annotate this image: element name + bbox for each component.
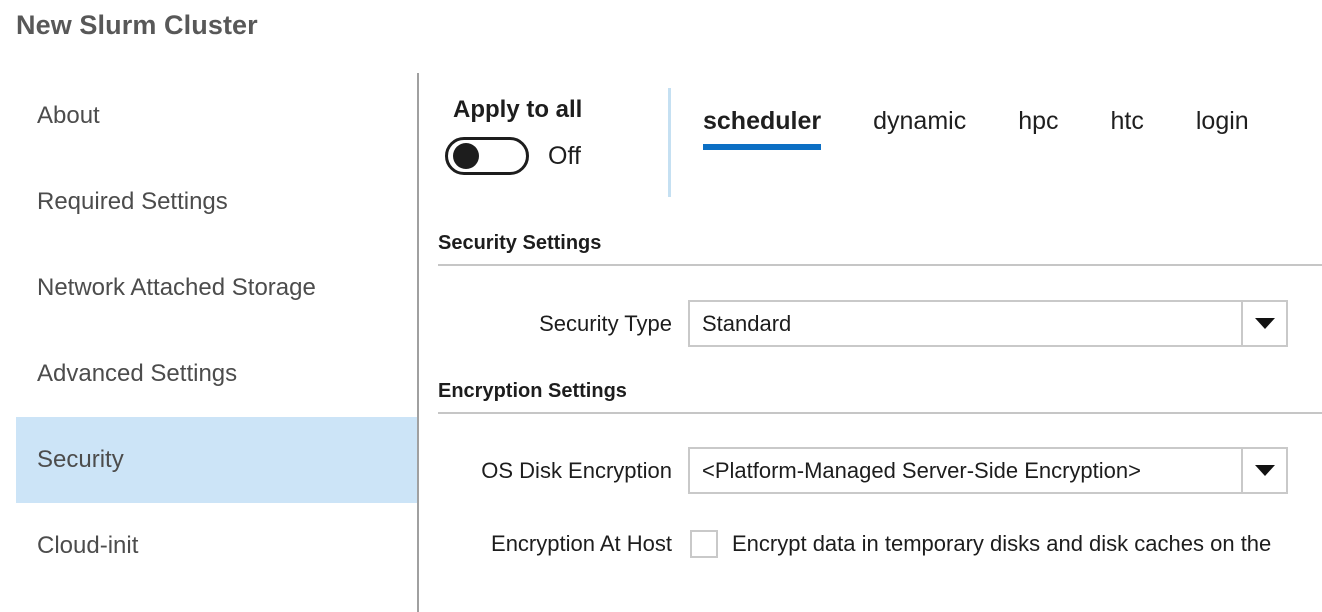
toggle-knob [453,143,479,169]
sidebar-item-label: Advanced Settings [37,362,237,386]
tab-login[interactable]: login [1196,107,1249,158]
encryption-at-host-description: Encrypt data in temporary disks and disk… [732,531,1322,557]
apply-to-all-toggle[interactable] [445,137,529,175]
tab-label: login [1196,107,1249,135]
security-settings-rule [438,264,1322,266]
page-title: New Slurm Cluster [16,10,258,41]
os-disk-encryption-dropdown[interactable]: <Platform-Managed Server-Side Encryption… [688,447,1288,494]
sidebar-item-label: Network Attached Storage [37,276,316,300]
tab-label: htc [1111,107,1144,135]
tab-scheduler[interactable]: scheduler [703,107,821,158]
sidebar-item-required-settings[interactable]: Required Settings [16,159,417,245]
sidebar-item-label: Security [37,448,124,472]
sidebar-item-cloud-init[interactable]: Cloud-init [16,503,417,589]
sidebar-item-about[interactable]: About [16,73,417,159]
sidebar-item-label: Required Settings [37,190,228,214]
sidebar: About Required Settings Network Attached… [0,73,417,612]
vertical-separator [668,88,671,197]
encryption-settings-rule [438,412,1322,414]
os-disk-encryption-label: OS Disk Encryption [481,458,672,484]
tab-label: dynamic [873,107,966,135]
sidebar-item-advanced-settings[interactable]: Advanced Settings [16,331,417,417]
chevron-down-icon[interactable] [1241,302,1286,345]
sidebar-item-label: Cloud-init [37,534,138,558]
apply-to-all-row: Off [445,137,670,175]
node-type-tabs: scheduler dynamic hpc htc login [703,107,1249,158]
security-type-dropdown[interactable]: Standard [688,300,1288,347]
encryption-settings-heading: Encryption Settings [438,380,627,403]
tab-dynamic[interactable]: dynamic [873,107,966,158]
security-type-label: Security Type [539,311,672,337]
chevron-down-icon[interactable] [1241,449,1286,492]
security-type-value: Standard [690,302,1241,345]
tab-hpc[interactable]: hpc [1018,107,1058,158]
apply-to-all-group: Apply to all Off [445,96,670,175]
encryption-at-host-checkbox[interactable] [690,530,718,558]
sidebar-item-security[interactable]: Security [16,417,417,503]
encryption-at-host-label: Encryption At Host [491,531,672,557]
sidebar-item-label: About [37,104,100,128]
security-settings-heading: Security Settings [438,232,601,255]
tab-label: scheduler [703,107,821,135]
tab-htc[interactable]: htc [1111,107,1144,158]
tab-label: hpc [1018,107,1058,135]
os-disk-encryption-row: OS Disk Encryption <Platform-Managed Ser… [419,447,1322,494]
os-disk-encryption-value: <Platform-Managed Server-Side Encryption… [690,449,1241,492]
apply-to-all-state-label: Off [548,142,581,171]
security-type-row: Security Type Standard [419,300,1322,347]
encryption-at-host-row: Encryption At Host Encrypt data in tempo… [419,520,1322,567]
main-content: Apply to all Off scheduler dynamic hpc h… [419,73,1322,612]
sidebar-item-network-attached-storage[interactable]: Network Attached Storage [16,245,417,331]
apply-to-all-label: Apply to all [453,96,670,124]
